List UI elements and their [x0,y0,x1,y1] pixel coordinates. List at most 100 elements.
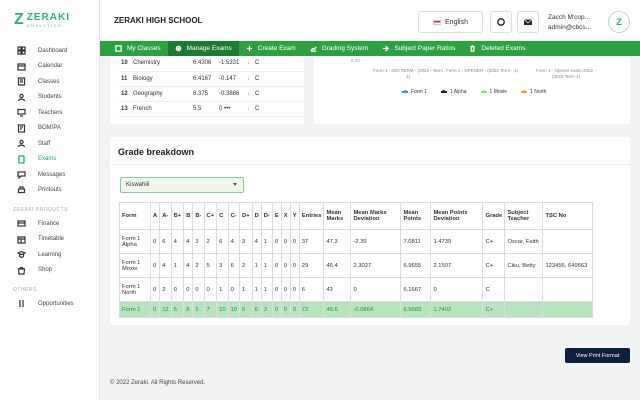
column-header: D [251,202,262,230]
table-cell: 6 [251,301,262,318]
x-tick-label: Form 1 - OPENER - (2022 Term - 1) [446,68,518,73]
language-selector[interactable]: English [418,11,483,33]
classes-tab-icon [115,45,122,52]
subject-rank: 13 [119,101,131,117]
tab-deleted-exams[interactable]: Deleted Exams [462,41,532,56]
product-item-shop[interactable]: Shop [0,263,99,279]
subject-select-value: Kiswahili [126,182,150,188]
subject-rank: 10 [119,56,131,72]
tab-grading-system[interactable]: Grading System [303,41,376,56]
table-row[interactable]: 12 Geography 6.375 -0.3886 ↓ C [119,86,304,102]
column-header: B- [192,202,205,230]
table-cell [542,301,594,318]
x-tick-label: Form 1 - Opener exam 2022 - (2022 Term 1… [536,68,596,79]
sidebar-item-printouts[interactable]: Printouts [0,183,99,199]
subject-ranking-card: 10 Chemistry 6.4306 -1.5331 ↓ C 11 Biology 6.416… [110,56,304,124]
subject-select[interactable]: Kiswahili [120,177,244,193]
tab-my-classes[interactable]: My Classes [108,41,168,56]
chevron-down-icon [233,183,237,186]
brand-logo[interactable]: Z ZERAKI ANALYTICS [0,0,99,40]
table-cell: -0.0864 [350,301,402,318]
table-row[interactable]: 13 French 5.5 0 ••• ↓ C [119,101,304,117]
legend-item[interactable]: 1 North [521,89,546,95]
tab-label: Manage Exams [186,45,232,52]
plus-icon [246,45,252,52]
view-print-format-button[interactable]: View Print Format [565,348,630,363]
subject-deviation: -1.5331 [217,56,245,72]
product-item-finance[interactable]: Finance [0,216,99,232]
sidebar-item-students[interactable]: Students [0,90,99,106]
table-cell: 0 [280,253,291,278]
divider [110,164,630,165]
tab-label: Grading System [321,45,369,52]
trash-icon [470,45,476,52]
table-cell: -2.39 [350,229,402,254]
table-cell: 2 [192,253,205,278]
subject-name: Biology [131,71,191,87]
table-cell: 6 [159,229,172,254]
table-cell: 1.4739 [430,229,484,254]
product-item-timetable[interactable]: Timetable [0,232,99,248]
tab-label: Subject Paper Ratios [394,45,456,52]
table-cell: Form 1 [119,301,151,318]
refresh-button[interactable] [490,11,512,33]
table-cell: 0 [289,229,300,254]
total-row: Form 1 0 12 5 8 5 7 10 10 6 6 3 0 0 0 72 46.6 -0.0864 6.95… [119,301,594,318]
students-icon [17,93,26,101]
table-cell [542,229,594,254]
school-name: ZERAKI HIGH SCHOOL [114,15,203,25]
sidebar-item-staff[interactable]: Staff [0,136,99,152]
legend-item[interactable]: 1 Moxie [480,89,507,95]
sidebar-item-dashboard[interactable]: Dashboard [0,43,99,59]
tab-create-exam[interactable]: Create Exam [239,41,303,56]
sidebar-item-label: Finance [38,220,60,227]
table-cell: 1 [239,277,253,302]
table-row[interactable]: 11 Biology 6.4167 -0.147 ↓ C [119,71,304,87]
sidebar-item-calendar[interactable]: Calendar [0,59,99,75]
sidebar-item-exams[interactable]: Exams [0,152,99,168]
table-cell: 0 [149,229,161,254]
table-cell: 0 [350,277,402,302]
table-cell: 0 [149,253,161,278]
subject-deviation: -0.147 [217,71,245,87]
table-cell: 1 [251,277,262,302]
grade-breakdown-table: Form A A- B+ B B- C+ C C- D+ D D- E X Y Entries Mean Mar… [119,202,594,318]
table-cell: 29 [298,253,325,278]
gear-icon [175,45,181,52]
tab-manage-exams[interactable]: Manage Exams [167,41,239,56]
table-cell: 4 [183,253,194,278]
sidebar-item-teachers[interactable]: Teachers [0,105,99,121]
table-row: Form 1 Moxie 0 4 1 4 2 5 3 6 2 1 1 0 0 0 29 46.4 2.3027 6.… [119,253,594,278]
table-cell: 0 [227,277,241,302]
table-cell [504,301,544,318]
messages-button[interactable] [517,11,539,33]
top-bar: ZERAKI HIGH SCHOOL English Zacch M'cop..… [100,0,640,40]
sidebar-item-messages[interactable]: Messages [0,167,99,183]
sidebar-item-label: Teachers [38,109,63,116]
legend-item[interactable]: Form 1 [402,89,427,95]
table-row[interactable]: 10 Chemistry 6.4306 -1.5331 ↓ C [119,56,304,72]
column-header: Grade [482,202,506,230]
table-cell: 1 [251,253,262,278]
column-header: Mean Points Deviation [430,202,484,230]
opportunities-icon [19,300,24,308]
sidebar-item-bom-pa[interactable]: BOM/PA [0,121,99,137]
table-cell: 72 [298,301,325,318]
legend-swatch [440,90,447,93]
other-item-opportunities[interactable]: Opportunities [0,296,99,312]
ratio-icon [383,45,390,52]
product-item-learning[interactable]: Learning [0,247,99,263]
table-cell: 6 [239,301,253,318]
avatar[interactable]: Z [608,11,630,33]
legend-item[interactable]: 1 Alpha [440,89,467,95]
sidebar-item-label: Dashboard [38,47,68,54]
zeraki-logo-icon: Z [14,11,24,28]
sidebar-item-classes[interactable]: Classes [0,74,99,90]
table-cell: 0 [289,277,300,302]
tab-subject-paper-ratios[interactable]: Subject Paper Ratios [375,41,462,56]
table-cell: 3 [216,253,229,278]
table-cell: 5 [170,301,185,318]
table-cell: Oscar, Faith [504,229,544,254]
user-info[interactable]: Zacch M'cop... admin@cbcs... [548,13,591,33]
trend-arrow-icon: ↓ [245,101,253,117]
